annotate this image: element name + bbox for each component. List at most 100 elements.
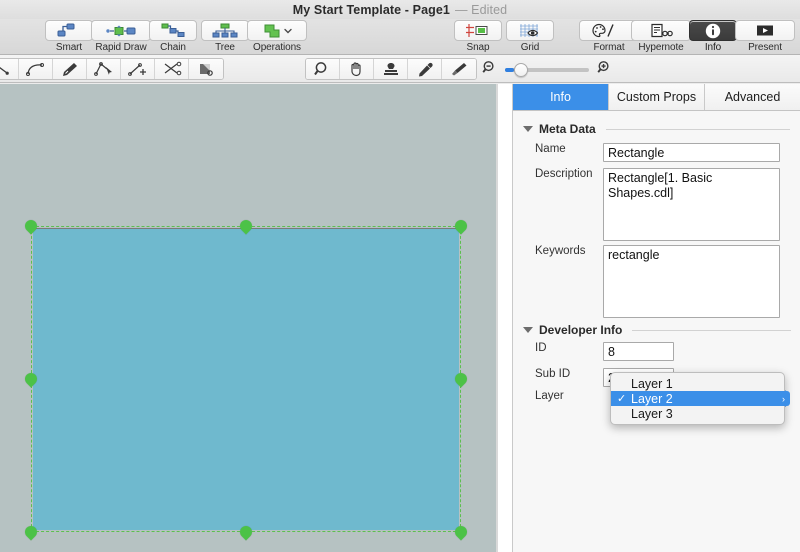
- toolbar-label-tree: Tree: [215, 42, 235, 53]
- toolbar-button-rapid-draw[interactable]: Rapid Draw: [91, 20, 151, 53]
- toolbar-button-chain[interactable]: Chain: [147, 20, 199, 53]
- layer-option-1[interactable]: Layer 1: [611, 376, 784, 391]
- panel-gutter: [498, 84, 512, 552]
- snap-icon: [454, 20, 502, 41]
- section-rule: [605, 128, 790, 130]
- chevron-right-icon: ›: [777, 391, 790, 406]
- tab-custom-props[interactable]: Custom Props: [609, 84, 705, 110]
- paintbrush-icon[interactable]: [442, 59, 476, 79]
- layer-dropdown-menu[interactable]: Layer 1 ✓ Layer 2 › Layer 3: [610, 372, 790, 425]
- hypernote-icon: [631, 20, 691, 41]
- keywords-textarea[interactable]: rectangle: [603, 245, 780, 318]
- toolbar-label-hypernote: Hypernote: [638, 42, 684, 53]
- toolbar-label-rapid-draw: Rapid Draw: [95, 42, 147, 53]
- section-title-developer-info: Developer Info: [539, 323, 623, 337]
- draw-tools-group: [0, 58, 224, 80]
- info-inspector-panel: Info Custom Props Advanced Meta Data Nam…: [512, 84, 800, 552]
- edited-indicator: — Edited: [454, 2, 508, 17]
- section-meta-data[interactable]: Meta Data: [513, 121, 800, 137]
- rapid-draw-icon: [91, 20, 151, 41]
- row-description: Description Rectangle[1. Basic Shapes.cd…: [513, 168, 800, 241]
- smart-connector-icon: [45, 20, 93, 41]
- row-keywords: Keywords rectangle: [513, 245, 800, 318]
- line-tool-icon[interactable]: [0, 59, 19, 79]
- shape-stamp-tool-icon[interactable]: [189, 59, 223, 79]
- present-play-icon: [735, 20, 795, 41]
- selection-outline: [31, 226, 461, 532]
- inspector-tabs: Info Custom Props Advanced: [513, 84, 800, 111]
- toolbar-label-info: Info: [704, 42, 722, 53]
- toolbar-button-grid[interactable]: Grid: [504, 20, 556, 53]
- section-title-meta-data: Meta Data: [539, 122, 596, 136]
- section-developer-info[interactable]: Developer Info: [513, 322, 800, 338]
- zoom-slider-group: [482, 60, 612, 80]
- toolbar-button-operations[interactable]: Operations: [247, 20, 307, 53]
- cut-path-tool-icon[interactable]: [155, 59, 189, 79]
- drawing-toolbar: [0, 55, 800, 83]
- toolbar-label-format: Format: [593, 42, 625, 53]
- node-edit-tool-icon[interactable]: [87, 59, 121, 79]
- id-input[interactable]: 8: [603, 342, 674, 361]
- operations-shape-icon: [247, 20, 307, 41]
- window-title: My Start Template - Page1: [292, 2, 450, 17]
- row-name: Name Rectangle: [513, 143, 800, 162]
- layer-option-label: Layer 2: [631, 391, 673, 406]
- toolbar-left-group: Smart Rapid Draw Chain Tree Operations: [43, 20, 307, 53]
- label-id: ID: [535, 342, 547, 354]
- drawing-canvas[interactable]: [0, 84, 496, 552]
- toolbar-button-format[interactable]: Format: [579, 20, 639, 53]
- toolbar-button-hypernote[interactable]: Hypernote: [631, 20, 691, 53]
- layer-option-label: Layer 3: [631, 406, 673, 421]
- info-circle-icon: [689, 20, 737, 41]
- zoom-slider[interactable]: [505, 63, 589, 77]
- zoom-in-icon[interactable]: [597, 60, 612, 80]
- tree-icon: [201, 20, 249, 41]
- name-input[interactable]: Rectangle: [603, 143, 780, 162]
- disclosure-triangle-icon[interactable]: [523, 126, 533, 132]
- application-window: My Start Template - Page1 — Edited Smart: [0, 0, 800, 552]
- pen-tool-icon[interactable]: [53, 59, 87, 79]
- section-rule: [632, 329, 791, 331]
- disclosure-triangle-icon[interactable]: [523, 327, 533, 333]
- zoom-out-icon[interactable]: [482, 60, 497, 80]
- label-description: Description: [535, 168, 593, 180]
- title-bar: My Start Template - Page1 — Edited: [0, 0, 800, 19]
- label-keywords: Keywords: [535, 245, 586, 257]
- layer-option-2[interactable]: ✓ Layer 2 ›: [611, 391, 790, 406]
- toolbar-button-tree[interactable]: Tree: [199, 20, 251, 53]
- magnifier-icon[interactable]: [306, 59, 340, 79]
- toolbar-label-operations: Operations: [253, 42, 301, 53]
- tab-advanced[interactable]: Advanced: [705, 84, 800, 110]
- zoom-slider-thumb[interactable]: [514, 63, 528, 77]
- toolbar-label-snap: Snap: [466, 42, 490, 53]
- toolbar-label-grid: Grid: [520, 42, 540, 53]
- toolbar-right-group: Format Hypernote Info Present: [579, 20, 795, 53]
- checkmark-icon: ✓: [617, 393, 627, 405]
- toolbar-label-smart: Smart: [55, 42, 83, 53]
- chain-icon: [149, 20, 197, 41]
- stamp-icon[interactable]: [374, 59, 408, 79]
- selected-rectangle-shape[interactable]: [22, 217, 470, 541]
- toolbar-label-chain: Chain: [160, 42, 186, 53]
- description-textarea[interactable]: Rectangle[1. Basic Shapes.cdl]: [603, 168, 780, 241]
- toolbar-label-present: Present: [748, 42, 782, 53]
- add-node-tool-icon[interactable]: [121, 59, 155, 79]
- view-tools-group: [305, 58, 477, 80]
- toolbar-button-smart[interactable]: Smart: [43, 20, 95, 53]
- palette-icon: [579, 20, 639, 41]
- toolbar-button-present[interactable]: Present: [735, 20, 795, 53]
- label-sub-id: Sub ID: [535, 368, 571, 380]
- label-name: Name: [535, 143, 566, 155]
- label-layer: Layer: [535, 390, 564, 402]
- row-id: ID 8: [513, 342, 800, 361]
- arc-tool-icon[interactable]: [19, 59, 53, 79]
- eyedropper-icon[interactable]: [408, 59, 442, 79]
- layer-option-label: Layer 1: [631, 376, 673, 391]
- layer-option-3[interactable]: Layer 3: [611, 406, 784, 421]
- zoom-slider-fill: [505, 68, 514, 72]
- main-toolbar: Smart Rapid Draw Chain Tree Operations S…: [0, 19, 800, 55]
- tab-info[interactable]: Info: [513, 84, 609, 110]
- toolbar-button-snap[interactable]: Snap: [452, 20, 504, 53]
- toolbar-button-info[interactable]: Info: [687, 20, 739, 53]
- hand-pan-icon[interactable]: [340, 59, 374, 79]
